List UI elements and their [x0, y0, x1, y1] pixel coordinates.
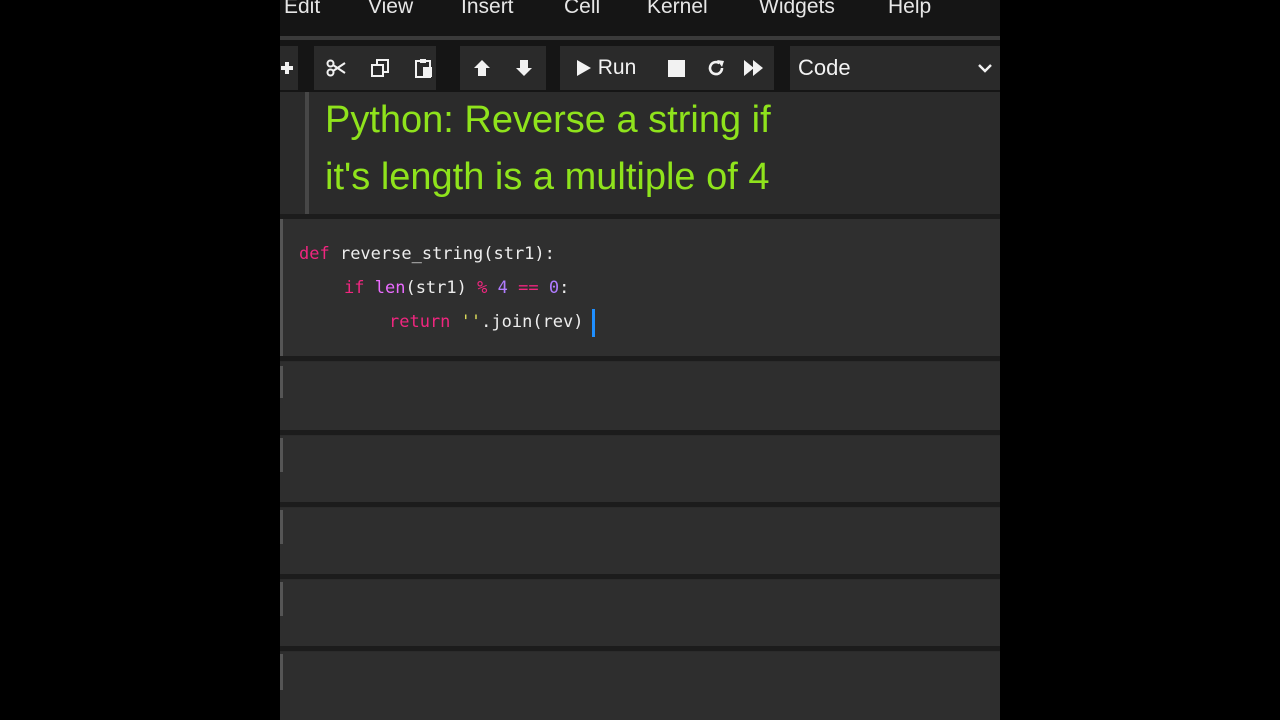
operator-modulo: %: [477, 278, 488, 298]
empty-code-cell[interactable]: [280, 436, 1000, 502]
cut-button[interactable]: [318, 46, 354, 90]
menu-insert[interactable]: Insert: [461, 0, 514, 22]
menu-cell[interactable]: Cell: [564, 0, 600, 22]
add-cell-button[interactable]: [280, 46, 294, 90]
cell-divider: [280, 574, 1000, 579]
cell-divider: [280, 502, 1000, 507]
text-cursor: [592, 309, 595, 337]
paste-button[interactable]: [406, 46, 442, 90]
toolbar-group-edit: [314, 46, 436, 90]
markdown-heading: Python: Reverse a string if it's length …: [325, 92, 985, 206]
arrow-up-icon: [474, 60, 490, 76]
copy-icon: [371, 59, 389, 77]
menu-help[interactable]: Help: [888, 0, 931, 22]
copy-button[interactable]: [362, 46, 398, 90]
code-cell[interactable]: def reverse_string(str1): if len(str1) %…: [280, 219, 1000, 356]
run-all-button[interactable]: [736, 46, 772, 90]
code-line-1[interactable]: def reverse_string(str1):: [299, 242, 555, 266]
paste-icon: [415, 59, 432, 78]
toolbar-group-move: [460, 46, 546, 90]
join-call: .join(rev): [481, 312, 584, 332]
menu-widgets[interactable]: Widgets: [759, 0, 835, 22]
notebook-toolbar: Run Code: [280, 40, 1000, 92]
empty-code-cell[interactable]: [280, 508, 1000, 574]
cell-gutter: [280, 438, 283, 472]
number-four: 4: [497, 278, 508, 298]
plus-icon: [281, 62, 293, 74]
restart-icon: [708, 60, 724, 76]
move-down-button[interactable]: [506, 46, 542, 90]
run-button[interactable]: Run: [568, 46, 644, 90]
keyword-if: if: [344, 278, 365, 298]
cell-gutter: [280, 219, 283, 356]
menu-kernel[interactable]: Kernel: [647, 0, 708, 22]
cell-divider: [280, 430, 1000, 435]
cell-gutter: [280, 510, 283, 544]
scissors-icon: [326, 59, 346, 77]
empty-code-cell[interactable]: [280, 580, 1000, 646]
menu-bar: Edit View Insert Cell Kernel Widgets Hel…: [280, 0, 1000, 36]
number-zero: 0: [548, 278, 560, 298]
empty-code-cell[interactable]: [280, 362, 1000, 430]
stop-icon: [667, 59, 685, 77]
play-icon: [576, 60, 591, 76]
jupyter-notebook-window: Edit View Insert Cell Kernel Widgets Hel…: [280, 0, 1000, 720]
keyword-return: return: [389, 312, 451, 332]
toolbar-group-insert: [280, 46, 298, 90]
arrow-down-icon: [516, 60, 532, 76]
chevron-down-icon: [978, 64, 992, 73]
cell-gutter: [280, 366, 283, 398]
builtin-len: len: [374, 278, 406, 298]
menu-view[interactable]: View: [368, 0, 413, 22]
len-args: (str1): [405, 278, 467, 298]
fast-forward-icon: [744, 60, 763, 76]
heading-line-1: Python: Reverse a string if: [325, 99, 771, 141]
cell-divider: [280, 356, 1000, 361]
interrupt-button[interactable]: [658, 46, 694, 90]
toolbar-group-run: Run: [560, 46, 774, 90]
cell-divider: [280, 646, 1000, 651]
code-line-2[interactable]: if len(str1) % 4 == 0:: [344, 276, 569, 300]
cell-gutter: [280, 582, 283, 616]
markdown-cell-indicator: [305, 92, 309, 214]
empty-code-cell[interactable]: [280, 652, 1000, 720]
code-line-3[interactable]: return ''.join(rev): [389, 310, 584, 334]
keyword-def: def: [299, 244, 330, 264]
heading-line-2: it's length is a multiple of 4: [325, 156, 770, 198]
markdown-cell[interactable]: Python: Reverse a string if it's length …: [280, 92, 1000, 214]
cell-type-select[interactable]: Code: [790, 46, 1000, 90]
restart-kernel-button[interactable]: [698, 46, 734, 90]
empty-string: '': [460, 312, 482, 332]
operator-equals: ==: [518, 278, 539, 298]
menu-edit[interactable]: Edit: [284, 0, 320, 22]
cell-gutter: [280, 654, 283, 690]
cell-type-value: Code: [798, 55, 851, 80]
colon: :: [559, 278, 570, 298]
move-up-button[interactable]: [464, 46, 500, 90]
run-button-label: Run: [597, 56, 637, 79]
function-signature: reverse_string(str1):: [329, 244, 555, 264]
